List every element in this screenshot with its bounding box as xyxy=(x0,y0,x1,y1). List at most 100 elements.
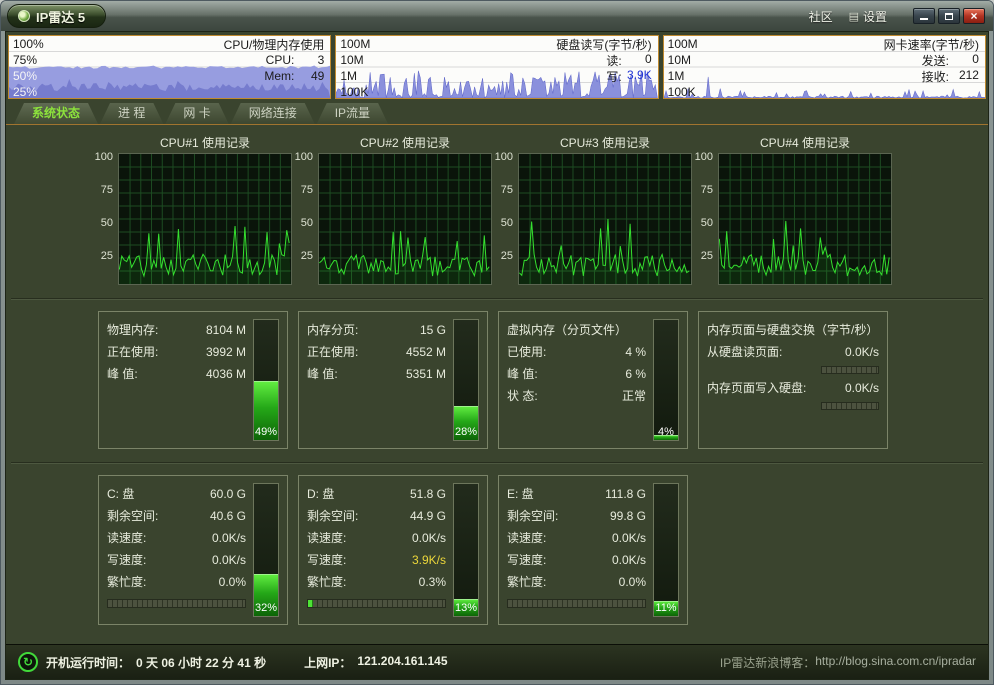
maximize-button[interactable] xyxy=(938,8,960,24)
community-link[interactable]: 社区 xyxy=(809,8,833,25)
cpu2-chart-block: CPU#2 使用记录 100755025 xyxy=(292,133,492,285)
uptime-stat: 开机运行时间：0 天 06 小时 22 分 41 秒 xyxy=(46,654,266,671)
stat-label: 写速度: xyxy=(507,549,546,571)
stat-label: 正在使用: xyxy=(107,341,158,363)
stat-value: 4 % xyxy=(625,341,646,363)
stat-value: 0.0K/s xyxy=(212,527,246,549)
stat-label: 状 态: xyxy=(507,385,538,407)
client-area: 100% CPU/物理内存使用 75% CPU:3 50% Mem:49 25% xyxy=(5,31,989,680)
physical-memory-gauge: 49% xyxy=(253,319,279,441)
stat-value: 4552 M xyxy=(406,341,446,363)
cpu-chart-title: CPU#3 使用记录 xyxy=(518,133,692,153)
cpu1-usage-plot xyxy=(118,153,292,285)
top-monitor-strip: 100% CPU/物理内存使用 75% CPU:3 50% Mem:49 25% xyxy=(6,32,988,102)
close-button[interactable]: × xyxy=(963,8,985,24)
stat-label: 读速度: xyxy=(107,527,146,549)
cpu-chart-yaxis: 100755025 xyxy=(692,153,718,285)
panel-title: 内存页面与硬盘交换（字节/秒） xyxy=(707,319,878,341)
network-history-chart xyxy=(664,36,985,98)
memory-panels-row: 物理内存:8104 M 正在使用:3992 M 峰 值:4036 M 49% 内… xyxy=(98,311,988,449)
stat-value: 99.8 G xyxy=(610,505,646,527)
cpu-chart-yaxis: 100755025 xyxy=(292,153,318,285)
stat-label: 写速度: xyxy=(307,549,346,571)
drive-size: 51.8 G xyxy=(410,483,446,505)
maximize-icon xyxy=(945,13,953,20)
stat-label: 剩余空间: xyxy=(507,505,558,527)
drive-size: 111.8 G xyxy=(605,483,646,505)
cpu-memory-history-chart xyxy=(9,36,330,98)
stat-label: 写速度: xyxy=(107,549,146,571)
stat-value: 0.0K/s xyxy=(612,527,646,549)
stat-label: 内存页面写入硬盘: xyxy=(707,377,806,399)
status-bar: ↻ 开机运行时间：0 天 06 小时 22 分 41 秒 上网IP：121.20… xyxy=(6,644,988,679)
cpu3-chart-block: CPU#3 使用记录 100755025 xyxy=(492,133,692,285)
settings-button[interactable]: ▤ 设置 xyxy=(849,8,887,25)
stat-value: 4036 M xyxy=(206,363,246,385)
app-title: IP雷达 5 xyxy=(36,7,85,26)
cpu1-chart-block: CPU#1 使用记录 100755025 xyxy=(92,133,292,285)
disk-busy-bar xyxy=(507,599,646,608)
virtual-memory-gauge: 4% xyxy=(653,319,679,441)
stat-value: 15 G xyxy=(420,319,446,341)
stat-value: 0.0% xyxy=(219,571,246,593)
stat-value: 0.0K/s xyxy=(845,341,879,363)
tab-bar: 系统状态 进 程 网 卡 网络连接 IP流量 xyxy=(6,102,988,125)
cpu4-usage-plot xyxy=(718,153,892,285)
stat-value: 5351 M xyxy=(406,363,446,385)
stat-label: 繁忙度: xyxy=(507,571,546,593)
read-pages-bar xyxy=(821,366,879,374)
stat-label: 读速度: xyxy=(307,527,346,549)
stat-value: 40.6 G xyxy=(210,505,246,527)
disk-io-history-chart xyxy=(336,36,657,98)
tab-connections[interactable]: 网络连接 xyxy=(231,103,315,124)
disk-busy-bar xyxy=(307,599,446,608)
cpu3-usage-plot xyxy=(518,153,692,285)
tab-network-card[interactable]: 网 卡 xyxy=(165,103,228,124)
disk-busy-bar xyxy=(107,599,246,608)
blog-label: IP雷达新浪博客： xyxy=(720,654,815,671)
cpu-chart-title: CPU#1 使用记录 xyxy=(118,133,292,153)
stat-label: 峰 值: xyxy=(307,363,338,385)
drive-name: C: 盘 xyxy=(107,483,134,505)
disk-panels-row: C: 盘60.0 G 剩余空间:40.6 G 读速度:0.0K/s 写速度:0.… xyxy=(98,475,988,625)
stat-value: 0.0K/s xyxy=(845,377,879,399)
stat-value: 0.0K/s xyxy=(212,549,246,571)
stat-label: 剩余空间: xyxy=(307,505,358,527)
stat-label: 物理内存: xyxy=(107,319,158,341)
minimize-button[interactable] xyxy=(913,8,935,24)
cpu2-usage-plot xyxy=(318,153,492,285)
cpu-chart-yaxis: 100755025 xyxy=(492,153,518,285)
stat-value: 8104 M xyxy=(206,319,246,341)
virtual-memory-panel: 虚拟内存（分页文件） 已使用:4 % 峰 值:6 % 状 态:正常 4% xyxy=(498,311,688,449)
app-logo: IP雷达 5 xyxy=(7,4,106,28)
system-status-page: CPU#1 使用记录 100755025 CPU#2 使用记录 10075502… xyxy=(6,125,988,644)
tab-ip-traffic[interactable]: IP流量 xyxy=(317,103,388,124)
close-icon: × xyxy=(970,10,977,22)
stat-value: 正常 xyxy=(622,385,646,407)
cpu-chart-yaxis: 100755025 xyxy=(92,153,118,285)
blog-url-link[interactable]: http://blog.sina.com.cn/ipradar xyxy=(815,654,976,671)
monitor-panel-disk-io: 100M 硬盘读写(字节/秒) 10M 读:0 1M 写:3.9K 100K xyxy=(335,35,658,99)
section-divider xyxy=(11,298,983,300)
blog-link-group: IP雷达新浪博客： http://blog.sina.com.cn/iprada… xyxy=(720,654,976,671)
stat-label: 已使用: xyxy=(507,341,546,363)
disk-panel-c: C: 盘60.0 G 剩余空间:40.6 G 读速度:0.0K/s 写速度:0.… xyxy=(98,475,288,625)
tab-system-status[interactable]: 系统状态 xyxy=(14,103,98,124)
memory-paging-gauge: 28% xyxy=(453,319,479,441)
disk-c-usage-gauge: 32% xyxy=(253,483,279,617)
memory-paging-panel: 内存分页:15 G 正在使用:4552 M 峰 值:5351 M 28% xyxy=(298,311,488,449)
cpu4-chart-block: CPU#4 使用记录 100755025 xyxy=(692,133,892,285)
drive-name: E: 盘 xyxy=(507,483,534,505)
tab-processes[interactable]: 进 程 xyxy=(100,103,163,124)
stat-value: 0.0K/s xyxy=(412,527,446,549)
stat-value: 6 % xyxy=(625,363,646,385)
title-bar[interactable]: IP雷达 5 社区 ▤ 设置 × xyxy=(1,1,993,31)
stat-label: 正在使用: xyxy=(307,341,358,363)
stat-label: 剩余空间: xyxy=(107,505,158,527)
physical-memory-panel: 物理内存:8104 M 正在使用:3992 M 峰 值:4036 M 49% xyxy=(98,311,288,449)
write-pages-bar xyxy=(821,402,879,410)
disk-d-usage-gauge: 13% xyxy=(453,483,479,617)
stat-value: 0.0K/s xyxy=(612,549,646,571)
minimize-icon xyxy=(920,18,928,20)
cpu-chart-title: CPU#4 使用记录 xyxy=(718,133,892,153)
